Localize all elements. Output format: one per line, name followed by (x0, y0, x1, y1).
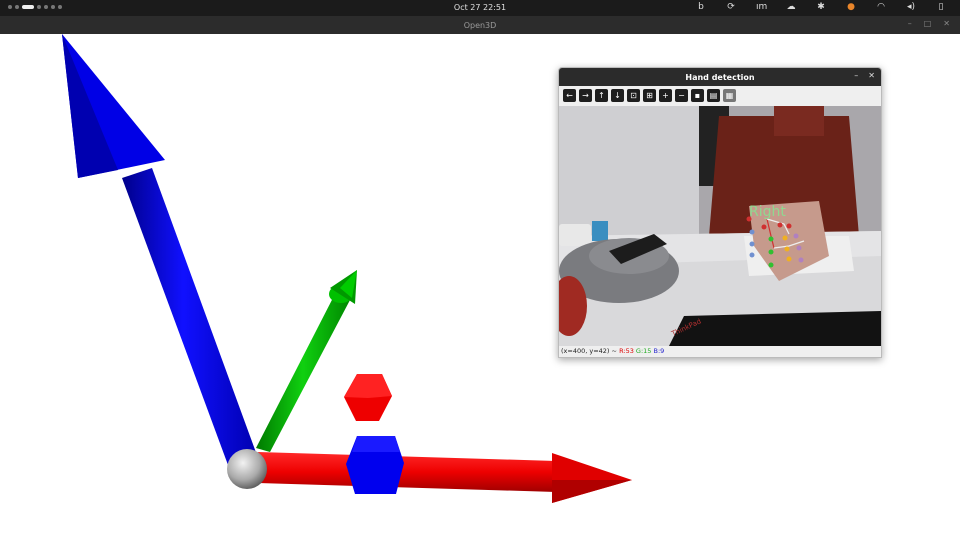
window-title: Open3D (463, 21, 497, 30)
battery-icon[interactable]: ▯ (936, 2, 946, 12)
x-axis-arrow (258, 452, 632, 503)
hand-detection-window[interactable]: Hand detection – ✕ ← → ↑ ↓ ⊡ ⊞ + − ▪ ▤ ▦ (558, 67, 882, 358)
microphone-icon[interactable]: ● (846, 2, 856, 12)
red-channel-value: R:53 (619, 347, 634, 355)
zoom-fit-icon[interactable]: ⊡ (627, 89, 640, 102)
y-axis-arrow (256, 270, 357, 452)
close-icon[interactable]: ✕ (868, 71, 875, 80)
origin-sphere (227, 449, 267, 489)
settings-icon[interactable]: ▦ (723, 89, 736, 102)
minimize-icon[interactable]: – (854, 71, 858, 80)
blue-channel-value: B:9 (653, 347, 665, 355)
maximize-icon[interactable]: □ (924, 19, 932, 28)
zoom-original-icon[interactable]: ⊞ (643, 89, 656, 102)
green-channel-value: G:15 (635, 347, 652, 355)
arrow-left-icon[interactable]: ← (563, 89, 576, 102)
window-controls[interactable]: – □ ✕ (908, 19, 950, 28)
arrow-right-icon[interactable]: → (579, 89, 592, 102)
arrow-up-icon[interactable]: ↑ (595, 89, 608, 102)
zoom-in-icon[interactable]: + (659, 89, 672, 102)
camera-feed[interactable]: ThinkPad Right (559, 106, 881, 346)
im-icon[interactable]: ım (756, 2, 767, 12)
z-axis-arrow (62, 34, 258, 465)
arrow-down-icon[interactable]: ↓ (611, 89, 624, 102)
window-controls[interactable]: – ✕ (854, 71, 875, 80)
hand-label: Right (749, 204, 786, 220)
cloud-icon[interactable]: ☁ (786, 2, 796, 12)
accessibility-icon[interactable]: ✱ (816, 2, 826, 12)
image-toolbar: ← → ↑ ↓ ⊡ ⊞ + − ▪ ▤ ▦ (563, 89, 736, 103)
status-bar: (x=400, y=42) ~ R:53 G:15 B:9 (561, 347, 664, 355)
bing-icon[interactable]: b (696, 2, 706, 12)
window-title: Hand detection (685, 73, 755, 82)
cursor-coordinates: (x=400, y=42) ~ (561, 347, 617, 355)
properties-icon[interactable]: ▤ (707, 89, 720, 102)
system-tray[interactable]: b ⟳ ım ☁ ✱ ● ◠ ◂) ▯ (696, 2, 946, 12)
open3d-titlebar[interactable]: Open3D – □ ✕ (0, 16, 960, 34)
hand-detection-titlebar[interactable]: Hand detection – ✕ (559, 68, 881, 86)
blue-prism-face (352, 436, 400, 452)
red-hexagon-face (344, 374, 392, 398)
zoom-out-icon[interactable]: − (675, 89, 688, 102)
minimize-icon[interactable]: – (908, 19, 912, 28)
save-icon[interactable]: ▪ (691, 89, 704, 102)
wifi-icon[interactable]: ◠ (876, 2, 886, 12)
volume-icon[interactable]: ◂) (906, 2, 916, 12)
close-icon[interactable]: ✕ (943, 19, 950, 28)
system-top-bar: Oct 27 22:51 b ⟳ ım ☁ ✱ ● ◠ ◂) ▯ (0, 0, 960, 16)
sync-icon[interactable]: ⟳ (726, 2, 736, 12)
